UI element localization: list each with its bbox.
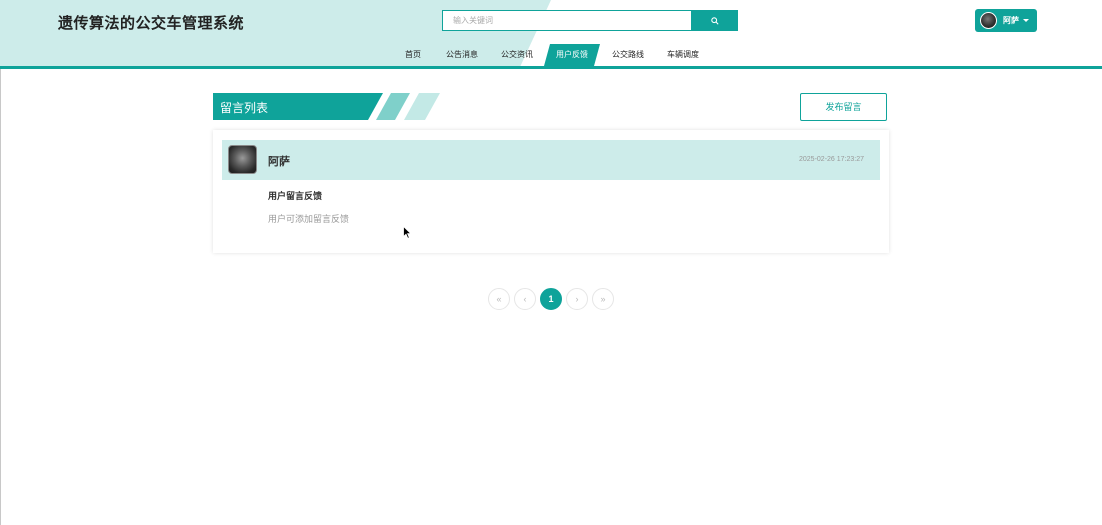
message-avatar [228,145,257,174]
nav-item-feedback[interactable]: 用户反馈 [549,44,595,66]
message-user: 阿萨 [268,156,290,168]
message-title: 用户留言反馈 [268,191,323,201]
pagination-last[interactable]: » [592,288,614,310]
nav-item-bus-routes[interactable]: 公交路线 [606,44,650,66]
avatar [980,12,997,29]
main-nav: 首页 公告消息 公交资讯 用户反馈 公交路线 车辆调度 [0,44,1102,66]
search-button[interactable] [691,10,738,31]
pagination-prev[interactable]: ‹ [514,288,536,310]
section-stripe [376,93,410,120]
pagination-first[interactable]: « [488,288,510,310]
caret-down-icon [1023,19,1029,22]
message-time: 2025-02-26 17:23:27 [799,156,864,163]
message-header [222,140,880,180]
nav-item-home[interactable]: 首页 [398,44,428,66]
section-title: 留言列表 [220,101,269,115]
site-title: 遗传算法的公交车管理系统 [58,15,245,32]
pagination-page-1[interactable]: 1 [540,288,562,310]
message-content: 用户可添加留言反馈 [268,214,350,224]
user-menu-button[interactable]: 阿萨 [975,9,1037,32]
search-icon [710,16,719,25]
section-stripe [404,93,440,120]
user-name: 阿萨 [1003,16,1019,25]
post-message-button[interactable]: 发布留言 [800,93,887,121]
pagination-next[interactable]: › [566,288,588,310]
nav-item-announcements[interactable]: 公告消息 [440,44,484,66]
header-divider [0,66,1102,69]
nav-item-dispatch[interactable]: 车辆调度 [661,44,705,66]
window-edge [0,0,1,525]
nav-item-bus-news[interactable]: 公交资讯 [495,44,539,66]
search-input[interactable] [442,10,692,31]
mouse-cursor-icon [403,226,412,239]
